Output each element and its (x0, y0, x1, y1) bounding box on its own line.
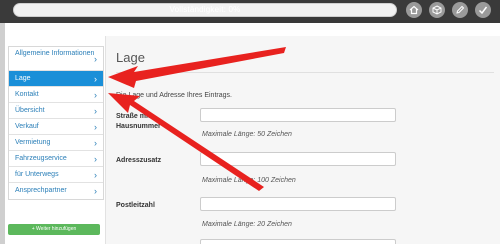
sidebar-item-fuer-unterwegs[interactable]: für Unterwegs › (9, 167, 103, 183)
chevron-right-icon: › (94, 169, 97, 180)
sidebar-item-ansprechpartner[interactable]: Ansprechpartner › (9, 183, 103, 199)
chevron-right-icon: › (94, 153, 97, 164)
postal-code-input[interactable] (200, 197, 396, 211)
cube-icon[interactable] (429, 2, 445, 18)
postal-code-hint: Maximale Länge: 20 Zeichen (202, 221, 292, 228)
sidebar-item-label: Ansprechpartner (15, 187, 67, 194)
address-suffix-input[interactable] (200, 152, 396, 166)
edit-icon[interactable] (452, 2, 468, 18)
sidebar-item-label: Fahrzeugservice (15, 155, 67, 162)
sidebar-item-fahrzeugservice[interactable]: Fahrzeugservice › (9, 151, 103, 167)
chevron-right-icon: › (94, 137, 97, 148)
sidebar-item-label: Kontakt (15, 91, 39, 98)
sidebar-item-label: Vermietung (15, 139, 51, 146)
chevron-right-icon: › (94, 89, 97, 100)
chevron-right-icon: › (94, 73, 97, 84)
sidebar-item-lage[interactable]: Lage › (9, 71, 103, 87)
top-bar: Vollständigkeit: 0% (0, 0, 500, 23)
sidebar-item-label: Allgemeine Informationen (15, 50, 95, 57)
chevron-right-icon: › (94, 105, 97, 116)
check-icon[interactable] (475, 2, 491, 18)
sidebar-item-kontakt[interactable]: Kontakt › (9, 87, 103, 103)
completeness-progress-bar: Vollständigkeit: 0% (13, 3, 397, 17)
left-gutter (0, 23, 5, 244)
section-intro: Die Lage und Adresse Ihres Eintrags. (116, 92, 232, 99)
add-more-button[interactable]: + Weiter hinzufügen (8, 224, 100, 235)
sidebar-item-allgemeine-informationen[interactable]: Allgemeine Informationen › (9, 47, 103, 71)
main-form-panel: Lage Die Lage und Adresse Ihres Eintrags… (105, 36, 500, 244)
next-field-input[interactable] (200, 239, 396, 244)
home-icon[interactable] (406, 2, 422, 18)
sidebar-item-vermietung[interactable]: Vermietung › (9, 135, 103, 151)
section-navigation: Allgemeine Informationen › Lage › Kontak… (8, 46, 104, 200)
chevron-right-icon: › (94, 186, 97, 196)
address-suffix-hint: Maximale Länge: 100 Zeichen (202, 177, 296, 184)
progress-label: Vollständigkeit: 0% (169, 5, 241, 14)
toolbar-icons (406, 2, 491, 20)
page-title: Lage (116, 50, 145, 65)
sidebar-item-label: für Unterwegs (15, 171, 59, 178)
sidebar-item-uebersicht[interactable]: Übersicht › (9, 103, 103, 119)
address-suffix-label: Adresszusatz (116, 157, 162, 164)
sidebar-item-label: Verkauf (15, 123, 39, 130)
street-hint: Maximale Länge: 50 Zeichen (202, 131, 292, 138)
chevron-right-icon: › (94, 121, 97, 132)
street-input[interactable] (200, 108, 396, 122)
sidebar-item-label: Lage (15, 75, 31, 82)
street-label: Straße mit Hausnummer (116, 113, 161, 130)
postal-code-label: Postleitzahl (116, 202, 155, 209)
sidebar-item-label: Übersicht (15, 107, 45, 114)
chevron-right-icon: › (94, 53, 97, 64)
sidebar-item-verkauf[interactable]: Verkauf › (9, 119, 103, 135)
title-divider (116, 72, 494, 73)
